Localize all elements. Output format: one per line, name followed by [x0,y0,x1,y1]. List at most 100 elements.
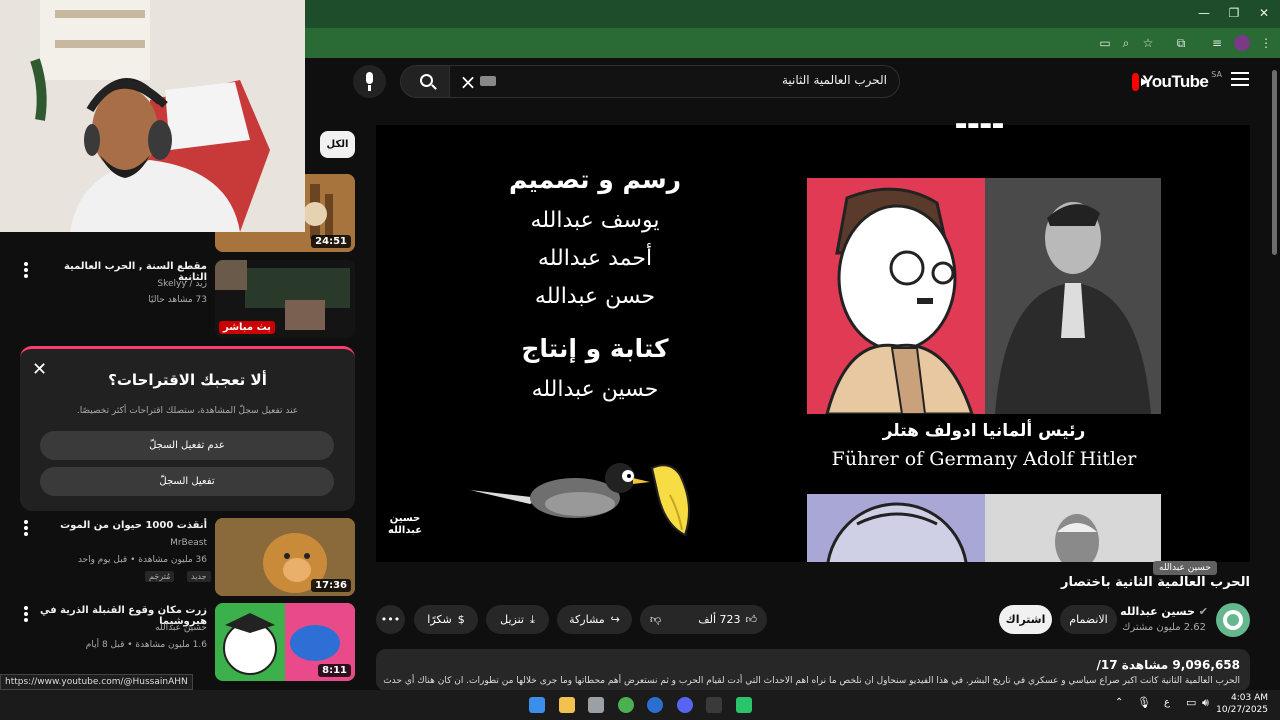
verified-icon: ✔ [1198,605,1208,618]
video-credits: رسم و تصميم يوسف عبدالله أحمد عبدالله حس… [440,165,750,409]
credit-name: يوسف عبدالله [530,208,660,233]
profile-avatar[interactable] [1234,35,1250,51]
keyboard-language[interactable]: ع [1164,697,1170,708]
like-icon: 👍︎ [745,613,758,626]
zoom-icon[interactable]: ⌕ [1118,35,1134,51]
like-dislike-group: 👎︎ 👍︎ 723 ألف [640,605,767,634]
youtube-wordmark: YouTube [1142,72,1209,91]
cast-icon[interactable]: ▭ [1097,35,1113,51]
dubbed-badge: مُترجَم [145,571,175,582]
start-icon[interactable] [529,697,545,713]
credit-name: حسين عبدالله [531,377,659,402]
chrome-icon[interactable] [618,697,634,713]
card-body: عند تفعيل سجلّ المشاهدة، ستصلك اقتراحات … [76,406,299,416]
caption-english: Führer of Germany Adolf Hitler [831,448,1137,470]
subscriber-count: 2.62 مليون مشترك [1122,622,1206,633]
card-title: ألا تعجبك الاقتراحات؟ [108,371,267,389]
tray-chevron-icon[interactable]: ⌃ [1115,697,1123,708]
network-icon[interactable]: ▭ [1186,696,1196,709]
download-icon: ⤓ [529,612,535,626]
tray-mic-icon[interactable]: 🎙︎ [1137,696,1151,709]
recommendation-channel[interactable]: زيد / Skelyy [37,279,207,289]
extensions-icon[interactable]: ⧉ [1173,35,1189,51]
media-controls-icon[interactable]: ≡ [1209,35,1225,51]
join-button[interactable]: الانضمام [1060,605,1117,634]
video-duration: 24:51 [311,235,351,248]
hamburger-menu-icon[interactable] [1231,72,1249,88]
minimize-icon[interactable]: — [1197,6,1211,20]
youtube-logo[interactable]: YouTube SA [1132,70,1222,94]
description-box[interactable]: 9,096,658 مشاهدة 17/ الحرب العالمية الثا… [376,649,1250,691]
thanks-icon: $ [457,613,465,626]
recommendation-channel[interactable]: MrBeast [37,538,207,548]
volume-icon[interactable]: 🔊︎ [1202,696,1209,710]
caption-arabic: رئيس ألمانيا ادولف هتلر [882,421,1086,441]
share-icon: ↪ [610,613,620,626]
channel-tooltip: حسين عبدالله [1153,561,1217,575]
turn-on-history-button[interactable]: تفعيل السجلّ [40,467,334,496]
view-count: 9,096,658 مشاهدة [1121,658,1240,672]
share-button[interactable]: ↪ مشاركة [557,605,632,634]
like-button[interactable]: 👍︎ 723 ألف [698,613,757,626]
browser-icon[interactable] [647,697,663,713]
download-button[interactable]: ⤓ تنزيل [486,605,549,634]
credit-name: حسن عبدالله [534,284,656,309]
more-options-icon[interactable] [24,520,28,536]
app-icon[interactable] [706,697,722,713]
historical-photo [985,494,1161,562]
subscribe-button[interactable]: اشتراك [999,605,1052,634]
close-window-icon[interactable]: ✕ [1257,6,1271,20]
page-scrollbar[interactable] [1272,70,1277,255]
region-code: SA [1211,69,1222,79]
recommendation-meta: 1.6 مليون مشاهدة • قبل 8 أيام [85,640,207,650]
keyboard-icon[interactable] [480,76,496,86]
recommendation-title[interactable]: أنقذت 1000 حيوان من الموت [37,520,207,531]
webcam-overlay [0,0,305,232]
clear-search-icon[interactable]: × [458,70,478,94]
calculator-icon[interactable] [588,697,604,713]
credit-heading: رسم و تصميم [508,165,682,194]
app-icon[interactable] [736,697,752,713]
cartoon-illustration [807,494,985,562]
youtube-play-icon [1132,73,1149,91]
channel-name[interactable]: ✔ حسين عبدالله [1120,605,1208,618]
more-options-icon[interactable] [24,606,28,622]
thanks-label: شكرًا [427,613,452,626]
video-duration: 17:36 [311,579,351,592]
recommendation-channel[interactable]: حسين عبدالله [37,623,207,633]
channel-avatar[interactable] [1216,603,1250,637]
more-options-icon[interactable] [24,262,28,278]
chip-all[interactable]: الكل [320,131,355,158]
corner-credit-line: عبدالله [388,525,423,536]
thanks-button[interactable]: $ شكرًا [414,605,478,634]
restore-icon[interactable]: ❐ [1227,6,1241,20]
search-button[interactable] [400,65,450,98]
credit-heading: كتابة و إنتاج [521,334,669,363]
discord-icon[interactable] [677,697,693,713]
video-thumbnail[interactable]: بث مباشر [215,260,355,338]
history-off-card: ✕ ألا تعجبك الاقتراحات؟ عند تفعيل سجلّ ا… [20,346,355,511]
video-thumbnail[interactable]: 17:36 [215,518,355,596]
more-actions-icon[interactable]: ••• [376,605,405,634]
browser-menu-icon[interactable]: ⋮ [1258,35,1274,51]
bookmark-star-icon[interactable]: ☆ [1140,35,1156,51]
voice-search-button[interactable] [353,65,386,98]
hitler-photo [985,178,1161,414]
clock-date[interactable]: 10/27/2025 [1216,705,1268,715]
new-badge: جديد [187,571,211,582]
video-thumbnail[interactable]: 8:11 [215,603,355,681]
video-title: الحرب العالمية الثانية باختصار [1061,575,1250,590]
recommendation-meta: 73 مشاهد حاليًا [148,295,207,305]
keep-history-off-button[interactable]: عدم تفعيل السجلّ [40,431,334,460]
microphone-icon [366,72,373,84]
file-explorer-icon[interactable] [559,697,575,713]
live-badge: بث مباشر [219,321,275,334]
credit-name: أحمد عبدالله [537,246,653,271]
clock-time[interactable]: 4:03 AM [1231,693,1268,703]
search-query: الحرب العالمية الثانية [781,73,887,87]
view-count-date: 9,096,658 مشاهدة 17/ [1096,658,1240,672]
dislike-icon[interactable]: 👎︎ [650,613,661,626]
search-input[interactable]: الحرب العالمية الثانية × [449,65,900,98]
download-label: تنزيل [500,613,524,626]
video-duration: 8:11 [318,664,351,677]
